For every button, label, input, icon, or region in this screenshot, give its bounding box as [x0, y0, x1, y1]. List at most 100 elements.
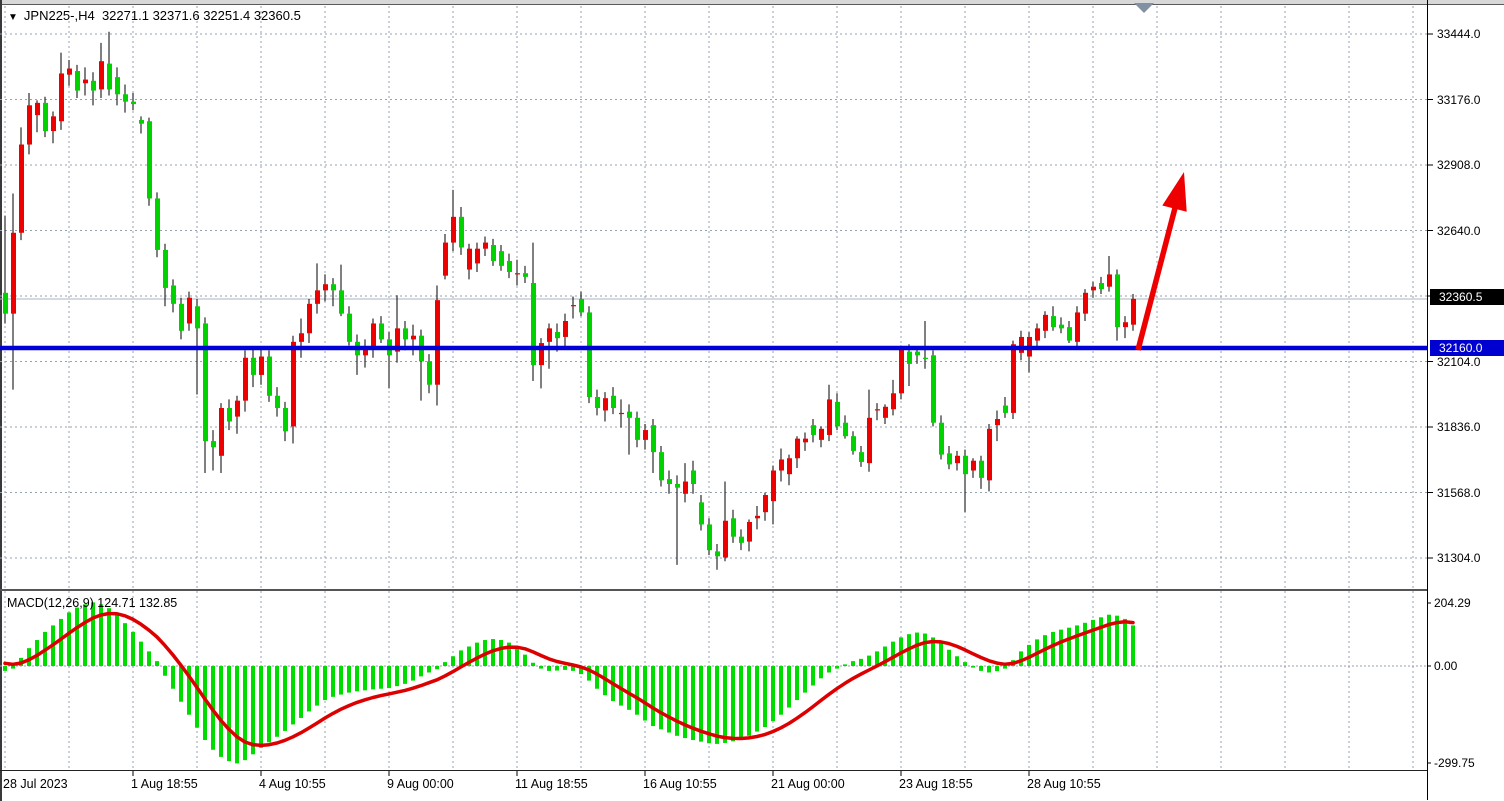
bull-candle	[1083, 293, 1088, 314]
macd-histogram-bar	[523, 655, 527, 666]
price-chart-canvas[interactable]	[0, 0, 1504, 801]
macd-histogram-bar	[563, 666, 567, 670]
ohlc-high: 32371.6	[153, 8, 200, 23]
bull-candle	[619, 413, 624, 414]
macd-histogram-bar	[1003, 666, 1007, 669]
bull-candle	[475, 249, 480, 264]
bear-candle	[1051, 316, 1056, 327]
chart-window: ▼JPN225-,H4 32271.1 32371.6 32251.4 3236…	[0, 0, 1504, 801]
bear-candle	[979, 461, 984, 478]
price-axis-label: 32104.0	[1437, 355, 1480, 369]
macd-histogram-bar	[435, 666, 439, 669]
macd-histogram-bar	[867, 656, 871, 666]
bull-candle	[571, 305, 576, 306]
ohlc-close: 32360.5	[254, 8, 301, 23]
bull-candle	[51, 116, 56, 131]
bear-candle	[739, 537, 744, 543]
bull-candle	[323, 284, 328, 290]
macd-histogram-bar	[259, 666, 263, 748]
macd-histogram-bar	[235, 666, 239, 763]
bull-candle	[19, 145, 24, 233]
bull-candle	[99, 61, 104, 89]
macd-histogram-bar	[355, 666, 359, 691]
macd-histogram-bar	[803, 666, 807, 693]
bear-candle	[1059, 325, 1064, 329]
macd-histogram-bar	[147, 651, 151, 666]
bull-candle	[803, 439, 808, 443]
bear-candle	[531, 283, 536, 365]
bull-candle	[451, 217, 456, 243]
macd-histogram-bar	[595, 666, 599, 689]
macd-histogram-bar	[219, 666, 223, 757]
macd-histogram-bar	[1123, 619, 1127, 666]
bull-candle	[867, 418, 872, 463]
price-axis-label: 32640.0	[1437, 224, 1480, 238]
bear-candle	[267, 357, 272, 396]
macd-histogram-bar	[1091, 620, 1095, 666]
bull-candle	[11, 233, 16, 314]
macd-histogram-bar	[627, 666, 631, 710]
price-axis-label: 31568.0	[1437, 486, 1480, 500]
macd-histogram-bar	[115, 615, 119, 666]
macd-histogram-bar	[1051, 632, 1055, 666]
bear-candle	[491, 245, 496, 261]
macd-histogram-bar	[395, 666, 399, 686]
last-price-badge: 32360.5	[1430, 289, 1504, 305]
bull-candle	[563, 321, 568, 337]
macd-histogram-bar	[779, 666, 783, 715]
macd-histogram-bar	[379, 666, 383, 689]
bull-candle	[755, 516, 760, 518]
bear-candle	[1003, 406, 1008, 413]
bull-candle	[1075, 312, 1080, 341]
bear-candle	[675, 484, 680, 488]
bear-candle	[931, 355, 936, 422]
bull-candle	[971, 461, 976, 471]
macd-histogram-bar	[139, 642, 143, 666]
bear-candle	[195, 306, 200, 328]
macd-histogram-bar	[1099, 617, 1103, 666]
bear-candle	[843, 423, 848, 436]
macd-histogram-bar	[731, 666, 735, 741]
bear-candle	[915, 352, 920, 356]
bear-candle	[667, 479, 672, 484]
macd-histogram-bar	[227, 666, 231, 761]
bull-candle	[411, 336, 416, 340]
bear-candle	[1067, 327, 1072, 340]
macd-histogram-bar	[3, 666, 7, 671]
bear-candle	[659, 452, 664, 480]
bear-candle	[555, 332, 560, 338]
time-axis-label: 23 Aug 18:55	[899, 777, 973, 791]
bear-candle	[251, 358, 256, 375]
macd-histogram-bar	[675, 666, 679, 736]
macd-histogram-bar	[443, 662, 447, 666]
symbol-period-label: JPN225-,H4	[24, 8, 95, 23]
bull-candle	[483, 243, 488, 249]
macd-histogram-bar	[955, 656, 959, 666]
bear-candle	[707, 524, 712, 550]
bear-candle	[611, 396, 616, 408]
bull-candle	[59, 73, 64, 121]
macd-histogram-bar	[411, 666, 415, 681]
bear-candle	[635, 418, 640, 440]
bear-candle	[691, 471, 696, 484]
macd-histogram-bar	[531, 663, 535, 666]
macd-histogram-bar	[323, 666, 327, 700]
macd-histogram-bar	[499, 640, 503, 666]
symbol-dropdown-icon[interactable]: ▼	[8, 12, 18, 23]
macd-histogram-bar	[843, 664, 847, 666]
macd-histogram-bar	[163, 666, 167, 676]
macd-histogram-bar	[891, 642, 895, 666]
panel-separator[interactable]	[0, 589, 1428, 591]
bull-candle	[291, 342, 296, 427]
macd-histogram-bar	[819, 666, 823, 678]
macd-histogram-bar	[307, 666, 311, 711]
bear-candle	[947, 453, 952, 464]
ohlc-low: 32251.4	[203, 8, 250, 23]
macd-histogram-bar	[371, 666, 375, 689]
macd-histogram-bar	[131, 632, 135, 666]
bear-candle	[155, 198, 160, 249]
bear-candle	[651, 425, 656, 452]
bull-candle	[371, 323, 376, 349]
macd-histogram-bar	[851, 661, 855, 666]
macd-histogram-bar	[299, 666, 303, 718]
